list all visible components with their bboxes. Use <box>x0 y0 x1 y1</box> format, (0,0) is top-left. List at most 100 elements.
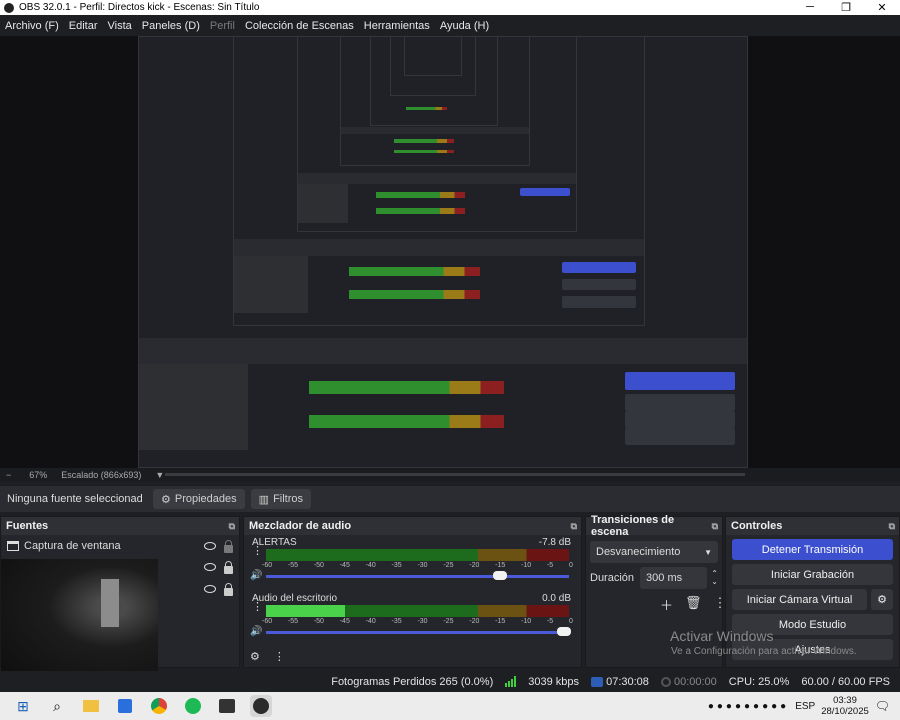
source-item[interactable]: Captura de ventana <box>1 535 239 557</box>
transition-select[interactable]: Desvanecimiento ▼ <box>590 541 718 563</box>
volume-slider-handle[interactable] <box>492 571 507 580</box>
minimize-button[interactable]: ─ <box>792 1 828 14</box>
source-toolbar: Ninguna fuente seleccionad ⚙ Propiedades… <box>0 486 900 512</box>
fps: 60.00 / 60.00 FPS <box>801 675 890 688</box>
close-button[interactable]: ✕ <box>864 1 900 14</box>
search-icon[interactable]: ⌕ <box>46 695 68 717</box>
volume-slider-handle[interactable] <box>557 627 571 636</box>
stop-streaming-button[interactable]: Detener Transmisión <box>732 539 893 560</box>
obs-logo-icon <box>4 2 14 13</box>
more-options-icon[interactable]: ⋮ <box>252 602 263 613</box>
delete-transition-icon[interactable]: 🗑 <box>685 595 702 614</box>
speaker-icon[interactable]: 🔊 <box>250 570 262 581</box>
windows-taskbar: ⊞ ⌕ ●●●●●●●●● ESP 03:39 28/10/2025 🗨 <box>0 692 900 720</box>
undock-icon[interactable]: ⧉ <box>712 521 718 532</box>
menu-editar[interactable]: Editar <box>69 20 98 32</box>
more-options-icon[interactable]: ⋮ <box>252 546 263 557</box>
duration-stepper-icon[interactable]: ⌃ ⌄ <box>711 570 718 586</box>
channel-db: 0.0 dB <box>542 593 571 604</box>
stream-time: 07:30:08 <box>606 675 649 688</box>
audio-mixer-dock: Mezclador de audio ⧉ ALERTAS -7.8 dB ⋮ -… <box>243 516 582 668</box>
start-recording-button[interactable]: Iniciar Grabación <box>732 564 893 585</box>
mixer-header: Mezclador de audio ⧉ <box>244 517 581 535</box>
start-virtual-camera-button[interactable]: Iniciar Cámara Virtual <box>732 589 867 610</box>
notification-icon[interactable]: 🗨 <box>875 699 890 713</box>
channel-db: -7.8 dB <box>538 537 571 548</box>
preview-canvas[interactable] <box>0 36 900 468</box>
eye-icon[interactable] <box>204 563 216 571</box>
eye-icon[interactable] <box>204 585 216 593</box>
lock-icon[interactable] <box>224 540 233 553</box>
app-icon[interactable] <box>216 695 238 717</box>
activate-windows-title: Activar Windows <box>670 628 774 644</box>
chrome-icon[interactable] <box>148 695 170 717</box>
menu-coleccion-escenas[interactable]: Colección de Escenas <box>245 20 354 32</box>
dropped-frames: Fotogramas Perdidos 265 (0.0%) <box>331 675 494 688</box>
menu-perfil[interactable]: Perfil <box>210 20 235 32</box>
filters-label: Filtros <box>273 493 304 505</box>
store-icon[interactable] <box>114 695 136 717</box>
nested-capture-7 <box>404 36 462 76</box>
eye-icon[interactable] <box>204 542 216 550</box>
transitions-header: Transiciones de escena ⧉ <box>586 514 722 538</box>
volume-slider[interactable] <box>266 575 569 578</box>
mixer-menu-icon[interactable]: ⋮ <box>274 650 285 663</box>
sources-dock: Fuentes ⧉ Captura de ventana <box>0 516 240 679</box>
undock-icon[interactable]: ⧉ <box>571 521 577 532</box>
undock-icon[interactable]: ⧉ <box>229 521 235 532</box>
virtual-camera-settings-gear-icon[interactable]: ⚙ <box>871 589 893 610</box>
file-explorer-icon[interactable] <box>80 695 102 717</box>
menu-paneles[interactable]: Paneles (D) <box>142 20 200 32</box>
lock-icon[interactable] <box>224 583 233 596</box>
volume-meter <box>266 555 569 561</box>
stream-icon <box>591 676 604 687</box>
controls-header: Controles ⧉ <box>726 517 899 535</box>
channel-name: Audio del escritorio <box>252 593 338 604</box>
filters-button[interactable]: ▥ Filtros <box>250 489 312 509</box>
status-bar: Fotogramas Perdidos 265 (0.0%) 3039 kbps… <box>0 671 900 692</box>
system-tray: ●●●●●●●●● ESP 03:39 28/10/2025 🗨 <box>708 695 900 717</box>
window-title: OBS 32.0.1 - Perfil: Directos kick - Esc… <box>19 2 260 13</box>
meter-ticks: -60 -55 -50 -45 -40 -35 -30 -25 -20 -15 -10 -5 0 <box>262 562 573 569</box>
window-titlebar: OBS 32.0.1 - Perfil: Directos kick - Esc… <box>0 0 900 15</box>
zoom-out-button[interactable]: − <box>6 470 11 480</box>
undock-icon[interactable]: ⧉ <box>889 521 895 532</box>
clock[interactable]: 03:39 28/10/2025 <box>821 695 869 717</box>
scale-dropdown-icon[interactable]: ▼ <box>155 470 164 480</box>
spotify-icon[interactable] <box>182 695 204 717</box>
speaker-icon[interactable]: 🔊 <box>250 626 262 637</box>
signal-bars-icon <box>505 676 517 687</box>
language-indicator[interactable]: ESP <box>795 701 815 712</box>
add-transition-icon[interactable]: ＋ <box>660 595 673 614</box>
sources-title: Fuentes <box>6 520 49 532</box>
preview-scrollbar[interactable] <box>165 473 745 476</box>
duration-input[interactable]: 300 ms <box>640 567 708 589</box>
properties-button[interactable]: ⚙ Propiedades <box>153 489 245 509</box>
menu-vista[interactable]: Vista <box>108 20 132 32</box>
menu-archivo[interactable]: Archivo (F) <box>5 20 59 32</box>
transitions-title: Transiciones de escena <box>591 514 675 538</box>
menu-ayuda[interactable]: Ayuda (H) <box>440 20 489 32</box>
filter-icon: ▥ <box>258 493 270 506</box>
no-source-label: Ninguna fuente seleccionad <box>7 493 143 505</box>
obs-taskbar-icon[interactable] <box>250 695 272 717</box>
windows-start-icon[interactable]: ⊞ <box>12 695 34 717</box>
audio-channel-desktop: Audio del escritorio 0.0 dB ⋮ -60 -55 -50-… <box>244 591 581 641</box>
preview-zoom-bar: − 67% Escalado (866x693) ▼ <box>0 468 900 481</box>
source-preview-thumbnail <box>1 559 158 679</box>
chevron-down-icon: ▼ <box>704 547 712 557</box>
maximize-button[interactable]: ❐ <box>828 1 864 14</box>
advanced-audio-gear-icon[interactable]: ⚙ <box>250 650 260 663</box>
record-time: 00:00:00 <box>673 675 717 688</box>
lock-icon[interactable] <box>224 561 233 574</box>
tray-icons[interactable]: ●●●●●●●●● <box>708 701 789 712</box>
volume-slider[interactable] <box>266 631 569 634</box>
zoom-level: 67% <box>29 469 48 480</box>
menu-bar: Archivo (F) Editar Vista Paneles (D) Per… <box>0 16 900 36</box>
menu-herramientas[interactable]: Herramientas <box>364 20 430 32</box>
controls-title: Controles <box>731 520 783 532</box>
audio-level-bar <box>266 605 345 617</box>
duration-value: 300 ms <box>646 572 683 584</box>
clock-time: 03:39 <box>833 695 857 706</box>
activate-windows-subtitle: Ve a Configuración para activar Windows. <box>671 646 857 657</box>
